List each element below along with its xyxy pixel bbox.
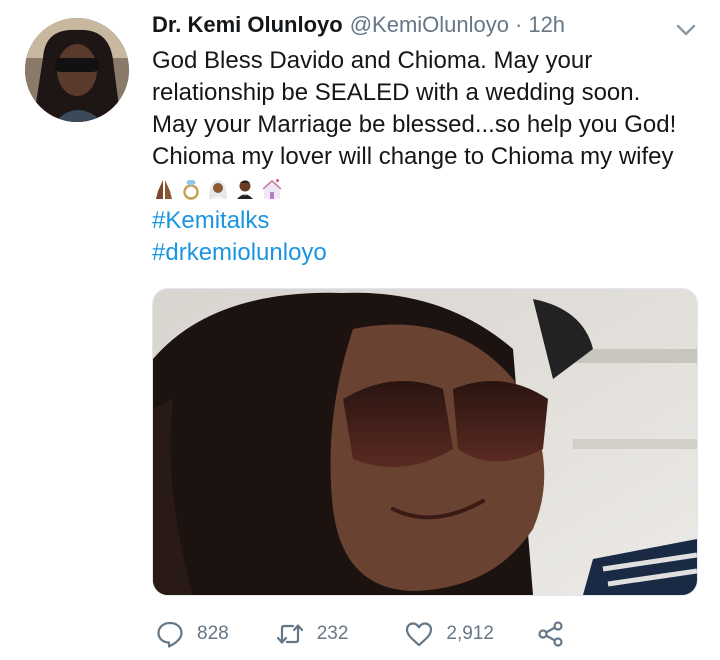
tweet-line: God Bless Davido and Chioma. May your [152,47,593,74]
bride-icon [209,180,227,199]
reply-icon [157,621,183,648]
share-button[interactable] [536,619,566,649]
reply-count: 828 [197,623,229,644]
ring-icon [183,180,199,200]
retweet-count: 232 [316,623,349,644]
like-button[interactable]: 2,912 [404,619,494,649]
display-name[interactable]: Dr. Kemi Olunloyo [152,12,343,38]
retweet-button[interactable]: 232 [275,619,349,649]
emoji-row [152,173,712,205]
reply-button[interactable]: 828 [155,619,229,649]
like-count: 2,912 [446,623,494,644]
tweet-body: God Bless Davido and Chioma. May your re… [152,45,712,269]
heart-icon [406,622,433,647]
tweet-actions: 828 232 2,912 [155,618,566,650]
user-handle[interactable]: @KemiOlunloyo [350,12,509,38]
tweet-line: May your Marriage be blessed...so help y… [152,111,677,138]
retweet-icon [276,624,303,644]
tweet-header: Dr. Kemi Olunloyo @KemiOlunloyo · 12h [152,12,565,44]
praying-hands-icon [156,180,172,199]
tweet-line: Chioma my lover will change to Chioma my… [152,143,674,170]
separator: · [515,12,523,37]
chevron-down-icon[interactable] [672,20,700,40]
tweet-line: relationship be SEALED with a wedding so… [152,79,641,106]
hashtag-link[interactable]: #drkemiolunloyo [152,237,712,269]
timestamp[interactable]: 12h [528,12,565,38]
wedding-chapel-icon [262,179,282,199]
hashtag-link[interactable]: #Kemitalks [152,205,712,237]
groom-icon [237,180,253,199]
share-icon [538,621,563,647]
avatar[interactable] [25,18,129,122]
tweet-photo[interactable] [152,288,698,596]
